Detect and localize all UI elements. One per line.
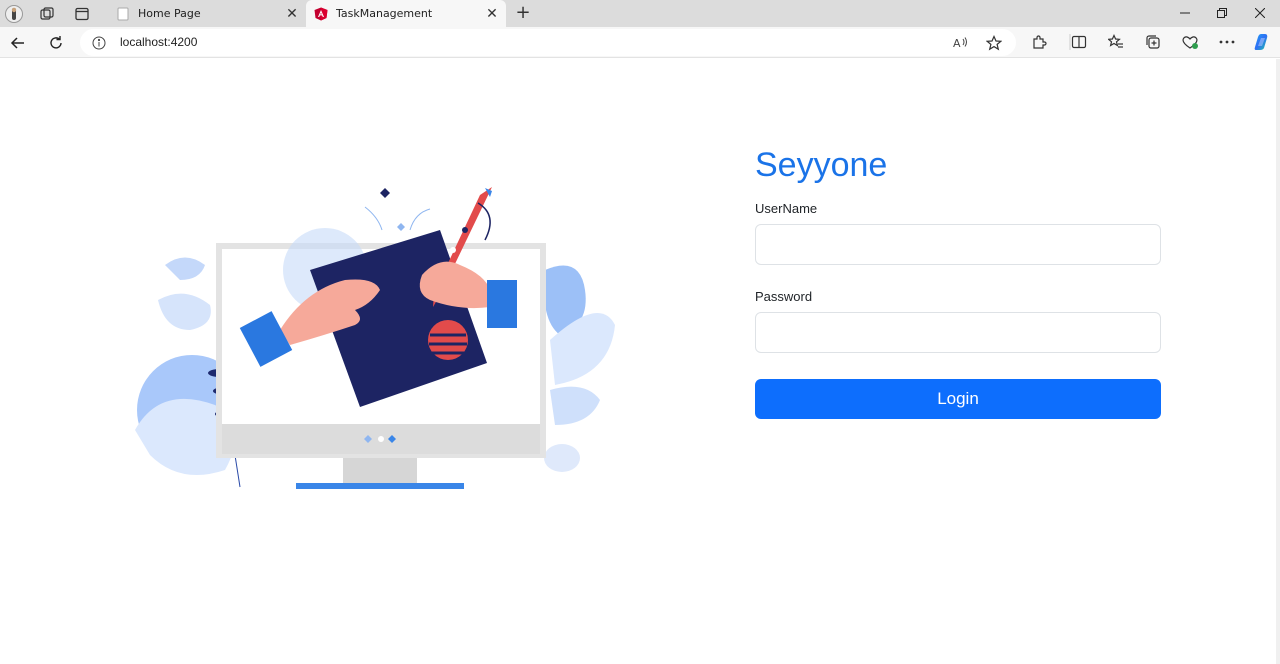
split-screen-icon[interactable] bbox=[1069, 32, 1089, 52]
site-info-icon[interactable] bbox=[92, 35, 108, 51]
angular-icon bbox=[314, 7, 328, 21]
browser-toolbar: localhost:4200 A bbox=[0, 27, 1280, 58]
login-button[interactable]: Login bbox=[755, 379, 1161, 419]
tab-title: TaskManagement bbox=[336, 7, 433, 20]
copilot-icon[interactable] bbox=[1252, 32, 1272, 52]
right-sleeve bbox=[487, 280, 517, 328]
close-icon[interactable]: ✕ bbox=[284, 6, 300, 22]
url-text: localhost:4200 bbox=[120, 35, 198, 49]
extensions-icon[interactable] bbox=[1029, 32, 1049, 52]
collections-icon[interactable] bbox=[1143, 32, 1163, 52]
address-bar[interactable]: localhost:4200 A bbox=[80, 29, 1016, 56]
deco-arc-1 bbox=[364, 206, 383, 231]
tab-home-page[interactable]: Home Page ✕ bbox=[108, 0, 306, 27]
monitor-base bbox=[296, 483, 464, 489]
tab-title: Home Page bbox=[138, 7, 201, 20]
scrollbar[interactable] bbox=[1276, 59, 1280, 664]
username-input[interactable] bbox=[755, 224, 1161, 265]
more-options-icon[interactable] bbox=[1217, 32, 1237, 52]
favorites-icon[interactable] bbox=[1106, 32, 1126, 52]
restore-icon[interactable] bbox=[1211, 4, 1233, 22]
page-icon bbox=[116, 7, 130, 21]
minimize-icon[interactable] bbox=[1174, 4, 1196, 22]
close-window-icon[interactable] bbox=[1249, 4, 1271, 22]
tab-taskmanagement[interactable]: TaskManagement ✕ bbox=[306, 0, 506, 27]
tab-strip: Home Page ✕ TaskManagement ✕ + bbox=[0, 0, 1280, 27]
new-tab-button[interactable]: + bbox=[513, 4, 533, 24]
back-arrow-icon[interactable] bbox=[8, 33, 28, 53]
refresh-icon[interactable] bbox=[46, 33, 66, 53]
password-input[interactable] bbox=[755, 312, 1161, 353]
profile-avatar-icon[interactable] bbox=[4, 4, 24, 24]
leaf-left-outline bbox=[158, 293, 211, 330]
monitor-neck bbox=[343, 458, 417, 485]
fern-right bbox=[550, 386, 600, 425]
svg-text:A: A bbox=[953, 37, 961, 50]
leaf-right-small bbox=[544, 444, 580, 472]
login-illustration bbox=[130, 125, 620, 489]
password-label: Password bbox=[755, 289, 813, 304]
login-form: Seyyone UserName Password Login bbox=[755, 143, 1161, 419]
deco-diamond-2 bbox=[397, 223, 405, 231]
deco-arc-2 bbox=[409, 208, 431, 231]
username-label: UserName bbox=[755, 201, 818, 216]
browser-essentials-icon[interactable] bbox=[1180, 32, 1200, 52]
chin-dot-2 bbox=[378, 436, 384, 442]
close-icon[interactable]: ✕ bbox=[484, 6, 500, 22]
deco-diamond-1 bbox=[380, 188, 390, 198]
workspaces-icon[interactable] bbox=[37, 4, 57, 24]
read-aloud-icon[interactable]: A bbox=[952, 34, 970, 52]
fern-left bbox=[165, 257, 205, 280]
illustration-drawing bbox=[135, 187, 615, 489]
vertical-tabs-icon[interactable] bbox=[72, 4, 92, 24]
brand-title: Seyyone bbox=[755, 146, 888, 184]
favorite-star-icon[interactable] bbox=[985, 34, 1003, 52]
